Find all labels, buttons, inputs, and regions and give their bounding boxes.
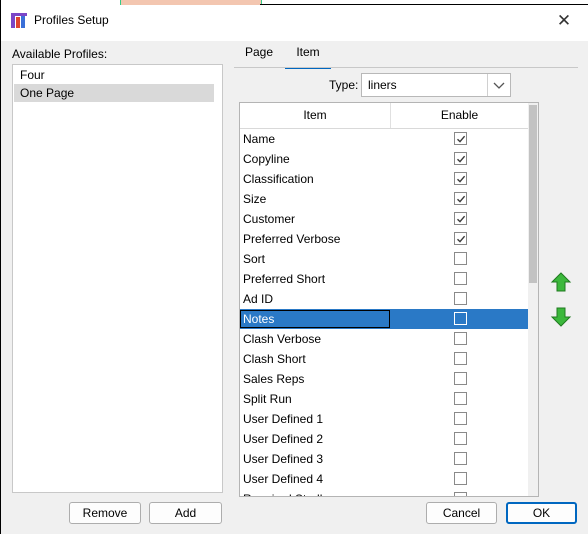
scrollbar-thumb[interactable] [529, 105, 537, 283]
table-row[interactable]: User Defined 4 [240, 469, 528, 489]
row-item-name: User Defined 1 [243, 412, 324, 426]
background-window-edge [260, 4, 588, 5]
enable-checkbox[interactable] [454, 472, 467, 485]
row-item-name: Required Stroll [243, 492, 322, 496]
check-icon [457, 195, 466, 203]
background-window-strip [120, 0, 262, 5]
row-item-name: Size [243, 192, 267, 206]
enable-checkbox[interactable] [454, 432, 467, 445]
type-select[interactable]: liners [361, 73, 511, 97]
column-header-item[interactable]: Item [240, 103, 390, 128]
profiles-list[interactable]: Four One Page [12, 64, 223, 493]
row-item-name: Preferred Short [243, 272, 326, 286]
table-row[interactable]: Customer [240, 209, 528, 229]
arrow-down-icon [550, 307, 572, 327]
type-select-value: liners [368, 78, 397, 92]
check-icon [457, 135, 466, 143]
table-row[interactable]: User Defined 3 [240, 449, 528, 469]
table-row[interactable]: User Defined 1 [240, 409, 528, 429]
enable-checkbox[interactable] [454, 272, 467, 285]
enable-checkbox[interactable] [454, 332, 467, 345]
row-item-name: Clash Verbose [243, 332, 322, 346]
row-item-name: User Defined 4 [243, 472, 324, 486]
enable-checkbox[interactable] [454, 252, 467, 265]
grid-header: Item Enable [240, 103, 528, 129]
row-item-name: Sales Reps [243, 372, 305, 386]
window-title: Profiles Setup [34, 13, 109, 27]
enable-checkbox[interactable] [454, 152, 467, 165]
app-icon [11, 13, 27, 28]
table-row[interactable]: Clash Short [240, 349, 528, 369]
table-row[interactable]: Preferred Verbose [240, 229, 528, 249]
items-grid[interactable]: Item Enable Name Copyline Classification Si… [239, 102, 539, 497]
table-row[interactable]: User Defined 2 [240, 429, 528, 449]
remove-button[interactable]: Remove [69, 502, 141, 524]
table-row[interactable]: Classification [240, 169, 528, 189]
row-item-name: Customer [243, 212, 296, 226]
enable-checkbox[interactable] [454, 192, 467, 205]
enable-checkbox[interactable] [454, 212, 467, 225]
add-button[interactable]: Add [149, 502, 222, 524]
profile-item-one-page[interactable]: One Page [14, 84, 214, 102]
tab-divider [234, 67, 578, 68]
enable-checkbox[interactable] [454, 232, 467, 245]
chevron-down-icon[interactable] [487, 74, 510, 96]
move-down-button[interactable] [550, 306, 572, 328]
check-icon [457, 175, 466, 183]
check-icon [457, 155, 466, 163]
enable-checkbox[interactable] [454, 292, 467, 305]
row-item-name: Clash Short [243, 352, 306, 366]
row-item-name: Notes [243, 312, 275, 326]
close-icon: ✕ [556, 11, 572, 30]
enable-checkbox[interactable] [454, 412, 467, 425]
row-item-name: Split Run [243, 392, 292, 406]
enable-checkbox[interactable] [454, 352, 467, 365]
enable-checkbox[interactable] [454, 372, 467, 385]
row-item-name: Preferred Verbose [243, 232, 341, 246]
available-profiles-label: Available Profiles: [12, 47, 108, 61]
row-item-name: Sort [243, 252, 266, 266]
table-row[interactable]: Required Stroll [240, 489, 528, 496]
row-item-name: User Defined 3 [243, 452, 324, 466]
move-up-button[interactable] [550, 271, 572, 293]
type-label: Type: [329, 78, 359, 92]
table-row[interactable]: Preferred Short [240, 269, 528, 289]
enable-checkbox[interactable] [454, 392, 467, 405]
table-row[interactable]: Split Run [240, 389, 528, 409]
cancel-button[interactable]: Cancel [426, 502, 497, 524]
row-item-name: Copyline [243, 152, 290, 166]
table-row[interactable]: Size [240, 189, 528, 209]
close-button[interactable]: ✕ [550, 8, 578, 34]
table-row[interactable]: Ad ID [240, 289, 528, 309]
enable-checkbox[interactable] [454, 312, 467, 325]
tab-page[interactable]: Page [241, 44, 277, 67]
table-row[interactable]: Clash Verbose [240, 329, 528, 349]
enable-checkbox[interactable] [454, 492, 467, 496]
check-icon [457, 235, 466, 243]
row-item-name: Classification [243, 172, 314, 186]
arrow-up-icon [550, 272, 572, 292]
profile-item-four[interactable]: Four [14, 66, 214, 84]
row-item-name: Ad ID [243, 292, 274, 306]
column-header-enable[interactable]: Enable [391, 103, 528, 128]
check-icon [457, 215, 466, 223]
table-row[interactable]: Notes [240, 309, 528, 329]
table-row[interactable]: Sort [240, 249, 528, 269]
ok-button[interactable]: OK [506, 502, 577, 524]
row-item-name: Name [243, 132, 276, 146]
enable-checkbox[interactable] [454, 132, 467, 145]
tab-item[interactable]: Item [285, 44, 331, 69]
row-item-name: User Defined 2 [243, 432, 324, 446]
vertical-scrollbar[interactable] [528, 103, 538, 496]
table-row[interactable]: Name [240, 129, 528, 149]
table-row[interactable]: Sales Reps [240, 369, 528, 389]
enable-checkbox[interactable] [454, 172, 467, 185]
table-row[interactable]: Copyline [240, 149, 528, 169]
enable-checkbox[interactable] [454, 452, 467, 465]
window-left-edge [0, 0, 1, 534]
